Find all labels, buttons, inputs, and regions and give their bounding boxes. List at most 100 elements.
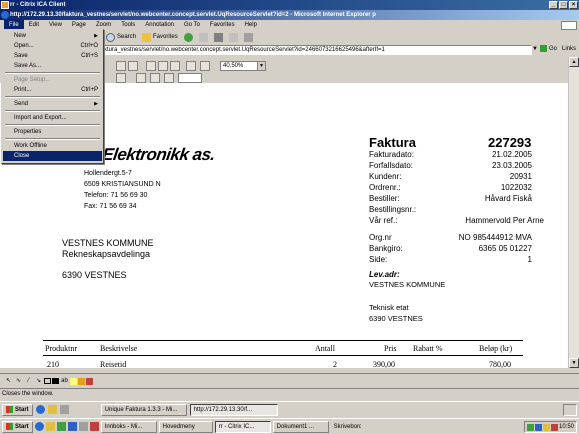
mail-icon[interactable] [198,32,208,42]
system-tray [563,404,577,416]
clock: 10:50 [558,424,574,430]
address-dropdown-icon[interactable]: ▼ [532,46,538,52]
scroll-down-icon[interactable]: ▼ [569,358,579,368]
favorites-button[interactable]: Favorites [142,32,178,42]
file-menu-item-save-as[interactable]: Save As... [3,61,102,71]
menu-favorites[interactable]: Favorites [205,20,240,30]
print-icon[interactable] [213,32,223,42]
stamp-icon[interactable] [78,377,85,385]
minimize-button[interactable]: _ [549,1,558,9]
redo-icon[interactable] [128,61,138,71]
start-button[interactable]: Start [2,420,33,433]
desktop-quicklaunch-icon[interactable] [78,422,88,431]
customer-postal: 6390 VESTNES [62,270,127,280]
highlight-icon[interactable] [150,73,160,83]
undo-icon[interactable] [116,61,126,71]
taskbar-button-active[interactable]: http://172.29.13.30/f... [189,403,278,416]
table-row: 210 Reisetid 2 390,00 780,00 [43,357,523,368]
file-menu-item-open[interactable]: Open... Ctrl+O [3,41,102,51]
links-label[interactable]: Links [562,46,576,52]
file-menu-item-properties[interactable]: Properties [3,127,102,137]
search-icon [106,32,115,42]
outlook-quicklaunch-icon[interactable] [45,422,55,431]
excel-quicklaunch-icon[interactable] [56,422,66,431]
menu-item-label: Open... [14,43,34,49]
fit-width-icon[interactable] [186,61,196,71]
tray-icon[interactable] [542,423,550,431]
menu-help[interactable]: Help [240,20,262,30]
search-button[interactable]: Search [106,32,136,42]
app-quicklaunch-icon[interactable] [89,422,99,431]
ie-quicklaunch-icon[interactable] [34,422,44,431]
taskbar-button[interactable]: Dokument1 ... [272,420,329,433]
desktop-quicklaunch-icon[interactable] [59,405,69,414]
col-belop: Beløp (kr) [479,344,513,353]
drawing-toolbar: ↖ ∿ ⁄ ↘ ab [0,373,579,388]
start-button[interactable]: Start [2,403,33,416]
desktop-toolbar-label[interactable]: Skrivebord [331,421,361,433]
redact-icon[interactable] [86,377,93,385]
field-value: 23.03.2005 [491,161,532,170]
thumbnails-icon[interactable] [200,61,210,71]
filled-rectangle-icon[interactable] [52,378,59,384]
prev-page-icon[interactable] [164,73,174,83]
taskbar-button[interactable]: Innboks - Mi... [100,420,157,433]
vertical-scrollbar[interactable]: ▲ ▼ [568,57,579,368]
col-beskrivelse: Beskrivelse [100,344,138,353]
customer-department: Rekneskapsavdelinga [62,249,151,259]
ie-quicklaunch-icon[interactable] [35,405,45,414]
arrow-icon[interactable]: ↘ [34,377,43,386]
history-icon[interactable] [183,32,193,42]
maximize-button[interactable]: □ [559,1,568,9]
note-icon[interactable] [70,377,77,385]
fit-page-icon[interactable] [170,61,180,71]
pointer-icon[interactable]: ↖ [4,377,13,386]
freehand-icon[interactable]: ∿ [14,377,23,386]
line-icon[interactable]: ⁄ [24,377,33,386]
taskbar-button-active[interactable]: rr - Citrix IC... [214,420,271,433]
windows-flag-icon [561,21,577,30]
tray-icon[interactable] [534,423,542,431]
taskbar-button[interactable]: Hovedmeny [158,420,213,433]
file-menu-item-new[interactable]: New ▶ [3,31,102,41]
delivery-line: 6390 VESTNES [369,314,423,323]
discuss-icon[interactable] [243,32,253,42]
menu-goto[interactable]: Go To [179,20,205,30]
outlook-quicklaunch-icon[interactable] [47,405,57,414]
customer-name: VESTNES KOMMUNE [62,238,154,248]
file-menu-item-send[interactable]: Send ▶ [3,99,102,109]
field-label: Kundenr: [369,172,402,181]
col-antall: Antall [315,344,335,353]
file-menu-item-close[interactable]: Close [3,151,102,161]
zoom-select[interactable]: 40,50% ▼ [220,61,266,71]
menu-annotation[interactable]: Annotation [140,20,179,30]
rotate-icon[interactable] [116,73,126,83]
page-number-field[interactable] [178,73,202,83]
address-input[interactable]: ktura_vestnes/servlet/no.webcenter.conce… [100,45,532,55]
tray-icon[interactable] [526,423,534,431]
file-menu-item-work-offline[interactable]: Work Offline [3,141,102,151]
scroll-up-icon[interactable]: ▲ [569,57,579,67]
file-menu-item-print[interactable]: Print... Ctrl+P [3,85,102,95]
ie-logo-icon [1,11,9,19]
rectangle-icon[interactable] [44,378,51,384]
word-quicklaunch-icon[interactable] [67,422,77,431]
menu-tools[interactable]: Tools [116,20,140,30]
taskbar-button[interactable]: Unique Faktura 1.3.3 - Mi... [100,403,187,416]
file-menu-item-import-and-export[interactable]: Import and Export... [3,113,102,123]
file-menu-item-page-setup[interactable]: Page Setup... [3,75,102,85]
cell-pris: 390,00 [373,360,395,368]
edit-icon[interactable] [228,32,238,42]
cell-produktnr: 210 [47,360,59,368]
favorites-star-icon [142,32,152,42]
go-button[interactable]: Go [540,45,557,52]
text-icon[interactable]: ab [60,377,69,386]
close-button[interactable]: × [569,1,578,9]
zoom-in-icon[interactable] [146,61,156,71]
system-tray: 10:50 [523,421,577,433]
field-label: Bestiller: [369,194,400,203]
file-menu-item-save[interactable]: Save Ctrl+S [3,51,102,61]
tray-icon[interactable] [550,423,558,431]
zoom-out-icon[interactable] [158,61,168,71]
annotate-icon[interactable] [136,73,146,83]
